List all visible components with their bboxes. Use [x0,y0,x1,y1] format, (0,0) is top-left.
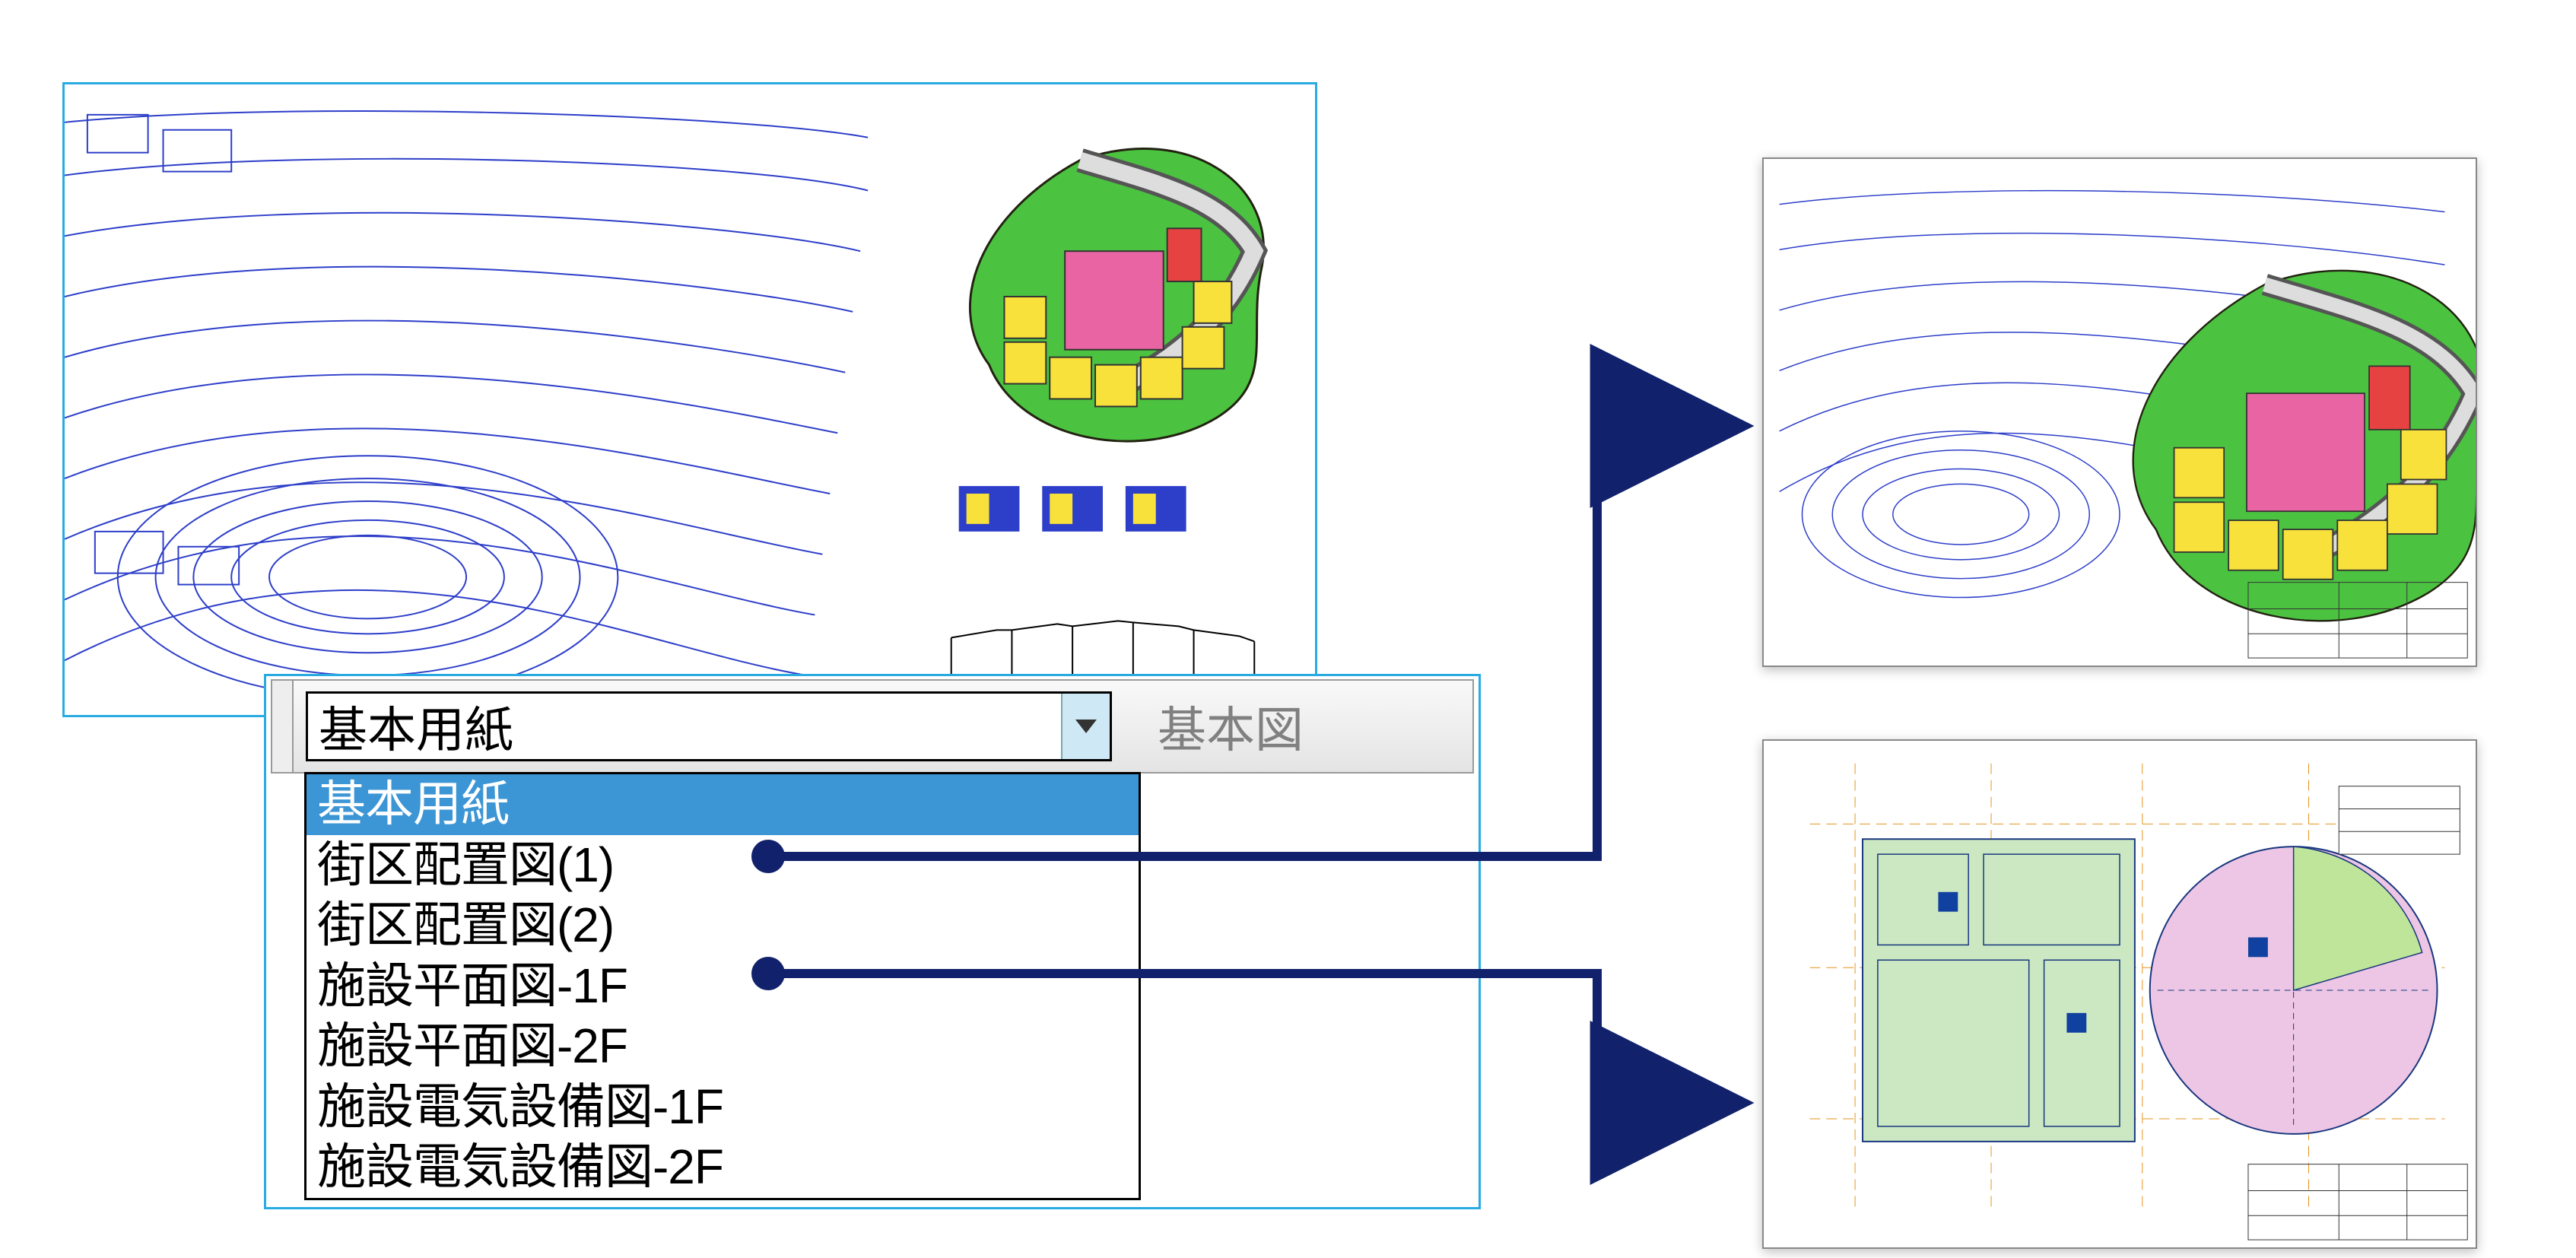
preview-thumbnail-2 [1762,739,2477,1249]
paper-selector-panel: 基本用紙 基本図 基本用紙 街区配置図(1) 街区配置図(2) 施設平面図-1F… [264,674,1481,1209]
connector-source-dot [751,957,785,990]
toolbar-mode-label: 基本図 [1158,691,1304,761]
paper-toolbar: 基本用紙 基本図 [271,679,1474,774]
main-preview-panel [62,82,1317,717]
contour-drawing [65,84,1315,717]
preview-thumbnail-1 [1762,157,2477,667]
paper-option[interactable]: 施設電気設備図-1F [307,1077,1139,1138]
paper-option[interactable]: 施設電気設備図-2F [307,1137,1139,1198]
paper-listbox[interactable]: 基本用紙 街区配置図(1) 街区配置図(2) 施設平面図-1F 施設平面図-2F… [304,772,1141,1200]
paper-option[interactable]: 施設平面図-1F [307,956,1139,1017]
paper-option[interactable]: 施設平面図-2F [307,1016,1139,1077]
connector-source-dot [751,840,785,873]
chevron-down-icon[interactable] [1061,694,1110,759]
paper-select-value: 基本用紙 [319,691,513,761]
toolbar-handle-icon [272,681,294,772]
paper-option[interactable]: 街区配置図(2) [307,895,1139,956]
paper-select[interactable]: 基本用紙 [306,691,1112,761]
paper-option[interactable]: 基本用紙 [307,774,1139,835]
paper-option[interactable]: 街区配置図(1) [307,835,1139,896]
